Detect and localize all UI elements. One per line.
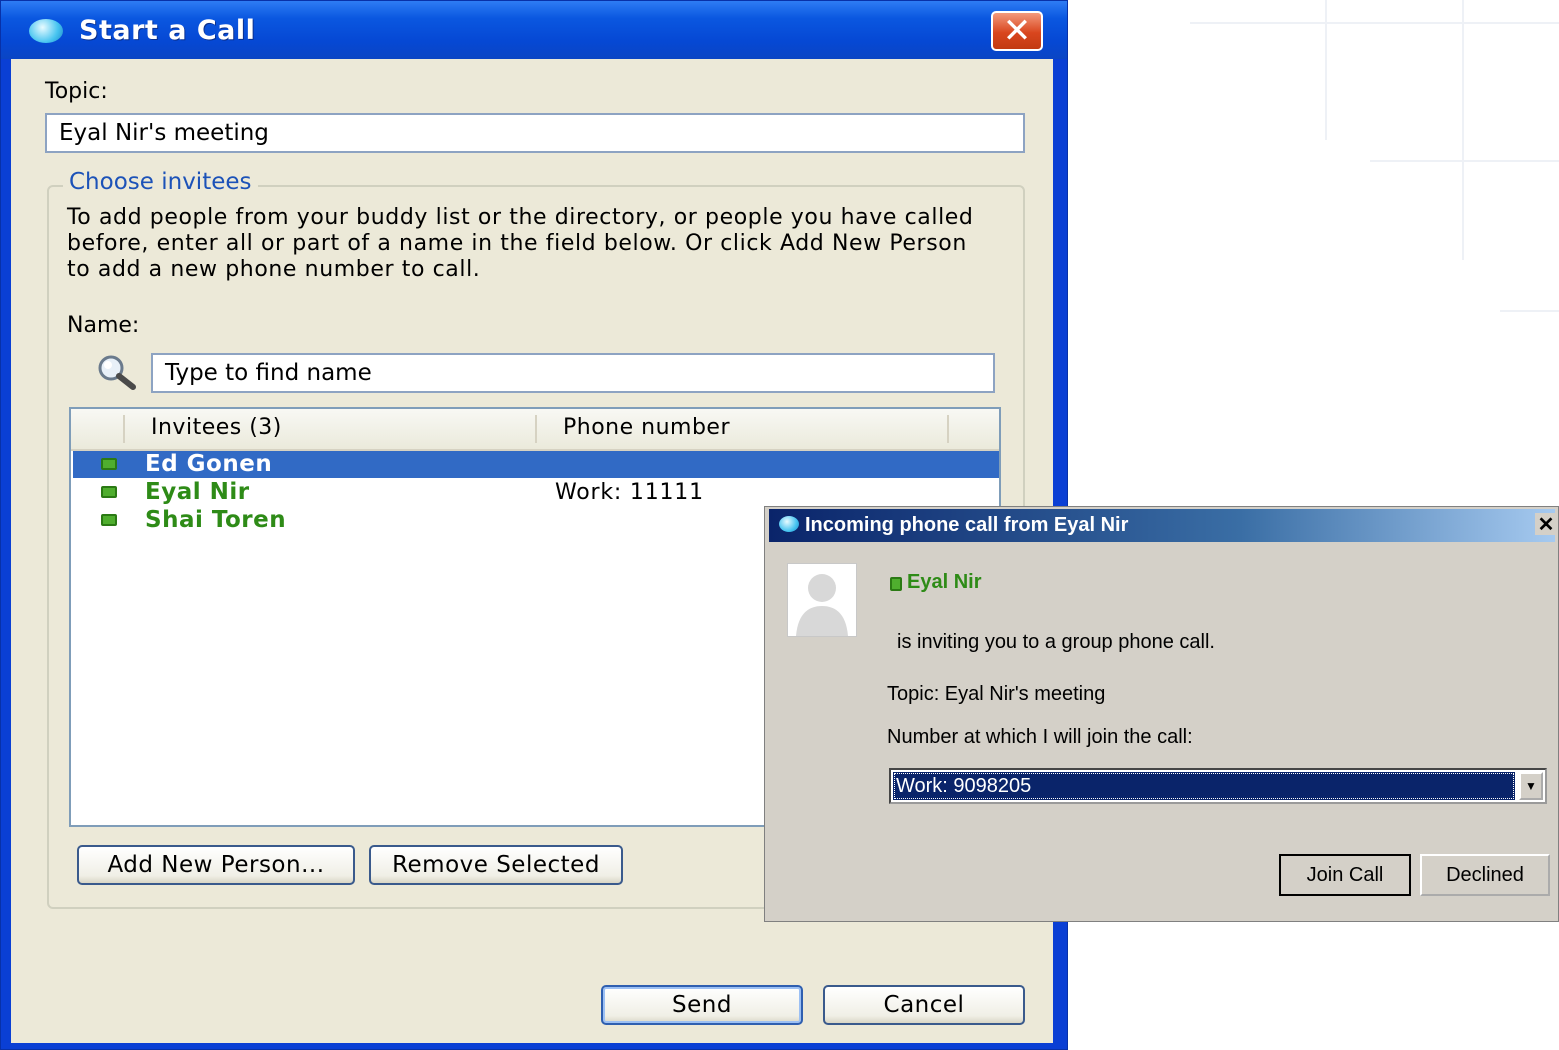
topic-input[interactable]: Eyal Nir's meeting bbox=[45, 113, 1025, 153]
instructions-text: To add people from your buddy list or th… bbox=[67, 205, 974, 282]
decline-button[interactable]: Declined bbox=[1420, 854, 1550, 896]
background-grid-line bbox=[1462, 0, 1464, 260]
incoming-call-dialog: Incoming phone call from Eyal Nir ✕ Eyal… bbox=[764, 506, 1559, 922]
chat-bubble-icon bbox=[29, 19, 63, 43]
dialog-title: Incoming phone call from Eyal Nir bbox=[805, 514, 1129, 536]
presence-online-icon bbox=[101, 486, 117, 498]
background-grid-line bbox=[1325, 0, 1327, 140]
choose-invitees-title: Choose invitees bbox=[63, 169, 258, 195]
topic-label: Topic: bbox=[45, 79, 108, 104]
search-icon bbox=[98, 355, 136, 390]
name-search-input[interactable]: Type to find name bbox=[151, 353, 995, 393]
invitee-name: Eyal Nir bbox=[145, 479, 250, 505]
column-header-invitees[interactable]: Invitees (3) bbox=[151, 415, 282, 440]
add-new-person-button[interactable]: Add New Person... bbox=[77, 845, 355, 885]
presence-online-icon bbox=[890, 577, 902, 591]
dropdown-arrow-icon[interactable]: ▼ bbox=[1519, 772, 1543, 800]
list-header: Invitees (3) Phone number bbox=[71, 409, 999, 451]
invitee-row[interactable]: Eyal Nir Work: 11111 bbox=[73, 479, 999, 506]
avatar-placeholder-icon bbox=[787, 563, 857, 637]
header-separator bbox=[535, 415, 537, 443]
number-label: Number at which I will join the call: bbox=[887, 726, 1193, 748]
topic-text: Topic: Eyal Nir's meeting bbox=[887, 683, 1106, 705]
presence-online-icon bbox=[101, 514, 117, 526]
header-separator bbox=[123, 415, 125, 443]
window-title: Start a Call bbox=[79, 15, 256, 46]
invite-message: is inviting you to a group phone call. bbox=[897, 631, 1215, 653]
invitee-row[interactable]: Ed Gonen bbox=[73, 451, 999, 478]
send-button[interactable]: Send bbox=[601, 985, 803, 1025]
dialog-titlebar[interactable]: Incoming phone call from Eyal Nir bbox=[769, 509, 1555, 542]
name-label: Name: bbox=[67, 313, 140, 338]
presence-online-icon bbox=[101, 458, 117, 470]
invitee-name: Shai Toren bbox=[145, 507, 287, 533]
close-button[interactable]: ✕ bbox=[991, 11, 1043, 51]
window-titlebar[interactable]: Start a Call ✕ bbox=[1, 1, 1067, 59]
cancel-button[interactable]: Cancel bbox=[823, 985, 1025, 1025]
background-grid-line bbox=[1500, 310, 1559, 312]
background-grid-line bbox=[1370, 160, 1559, 162]
join-number-select[interactable]: Work: 9098205 ▼ bbox=[889, 768, 1547, 804]
background-grid-line bbox=[1190, 22, 1559, 24]
selected-number: Work: 9098205 bbox=[893, 772, 1515, 800]
invitee-phone: Work: 11111 bbox=[555, 480, 704, 505]
column-header-phone[interactable]: Phone number bbox=[563, 415, 730, 440]
caller-name[interactable]: Eyal Nir bbox=[907, 571, 981, 594]
header-separator bbox=[947, 415, 949, 443]
invitee-name: Ed Gonen bbox=[145, 451, 273, 477]
join-call-button[interactable]: Join Call bbox=[1279, 854, 1411, 896]
remove-selected-button[interactable]: Remove Selected bbox=[369, 845, 623, 885]
chat-bubble-icon bbox=[779, 516, 799, 532]
close-icon[interactable]: ✕ bbox=[1535, 513, 1557, 536]
